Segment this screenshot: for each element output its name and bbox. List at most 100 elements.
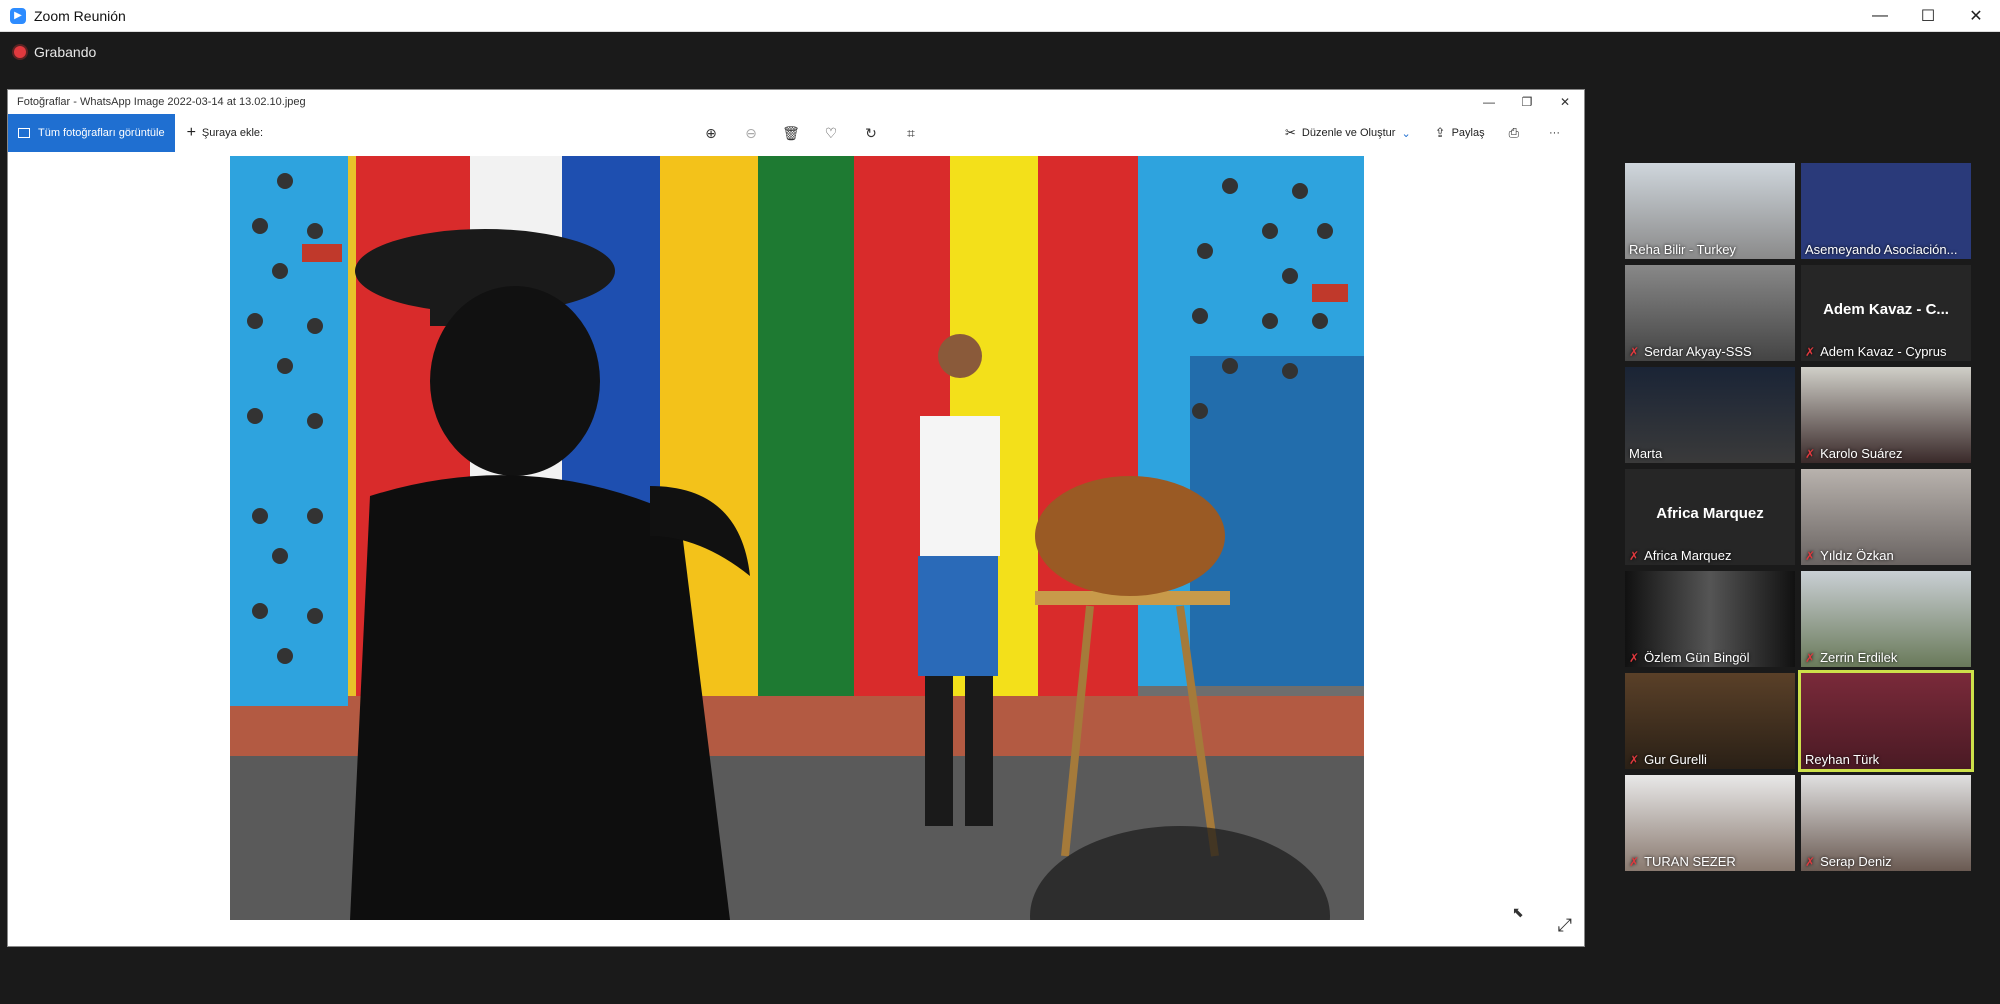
mouse-cursor-icon: ⬉ xyxy=(1512,904,1524,920)
crop-icon[interactable]: ⌗ xyxy=(891,125,931,142)
mic-muted-icon: ✗ xyxy=(1805,854,1816,869)
participant-name-text: Özlem Gün Bingöl xyxy=(1644,650,1750,665)
photo-viewer: ⬉ ⤢ xyxy=(8,152,1584,946)
participant-name-text: TURAN SEZER xyxy=(1644,854,1736,869)
participant-name-text: Reha Bilir - Turkey xyxy=(1629,242,1736,257)
participant-tile[interactable]: ✗ Gur Gurelli xyxy=(1625,673,1795,769)
participant-name: ✗ Yıldız Özkan xyxy=(1805,548,1894,563)
delete-icon[interactable]: 🗑 xyxy=(771,125,811,142)
participant-name: ✗ Serap Deniz xyxy=(1805,854,1892,869)
participant-name: ✗ Özlem Gün Bingöl xyxy=(1629,650,1750,665)
participant-name-text: Karolo Suárez xyxy=(1820,446,1903,461)
participant-name: Asemeyando Asociación... xyxy=(1805,242,1957,257)
minimize-button[interactable]: — xyxy=(1856,0,1904,32)
favorite-heart-icon[interactable]: ♡ xyxy=(811,125,851,142)
participant-name: Reha Bilir - Turkey xyxy=(1629,242,1736,257)
participant-tile[interactable]: ✗ TURAN SEZER xyxy=(1625,775,1795,871)
participant-tile-active-speaker[interactable]: Reyhan Türk xyxy=(1798,670,1974,772)
mic-muted-icon: ✗ xyxy=(1629,548,1640,563)
participant-name: ✗ Serdar Akyay-SSS xyxy=(1629,344,1752,359)
mic-muted-icon: ✗ xyxy=(1805,548,1816,563)
fullscreen-expand-icon[interactable]: ⤢ xyxy=(1558,915,1572,936)
photos-minimize-button[interactable]: — xyxy=(1470,90,1508,114)
share-icon: ⇪ xyxy=(1434,125,1446,140)
participant-name-text: Zerrin Erdilek xyxy=(1820,650,1898,665)
gallery-icon xyxy=(18,128,30,138)
zoom-titlebar: ▶ Zoom Reunión — ☐ ✕ xyxy=(0,0,2000,32)
photos-restore-button[interactable]: ❐ xyxy=(1508,90,1546,114)
add-to-button[interactable]: + Şuraya ekle: xyxy=(187,124,264,142)
chevron-down-icon: ⌄ xyxy=(1401,127,1411,140)
view-all-label: Tüm fotoğrafları görüntüle xyxy=(38,127,165,139)
edit-create-button[interactable]: ✂ Düzenle ve Oluştur ⌄ xyxy=(1285,125,1411,141)
participant-name-text: Africa Marquez xyxy=(1644,548,1732,563)
mic-muted-icon: ✗ xyxy=(1629,650,1640,665)
recording-dot-icon xyxy=(14,46,26,58)
zoom-window-title: Zoom Reunión xyxy=(34,7,126,24)
image-tools: ⊕ ⊖ 🗑 ♡ ↻ ⌗ xyxy=(691,114,931,152)
participant-name-text: Yıldız Özkan xyxy=(1820,548,1894,563)
mic-muted-icon: ✗ xyxy=(1629,752,1640,767)
mic-muted-icon: ✗ xyxy=(1629,344,1640,359)
share-label: Paylaş xyxy=(1451,127,1485,139)
photos-title: Fotoğraflar - WhatsApp Image 2022-03-14 … xyxy=(17,96,306,108)
zoom-logo-icon: ▶ xyxy=(10,7,26,24)
close-button[interactable]: ✕ xyxy=(1952,0,2000,32)
participant-name: ✗ Karolo Suárez xyxy=(1805,446,1902,461)
participant-name-text: Reyhan Türk xyxy=(1805,752,1880,767)
share-button[interactable]: ⇪ Paylaş xyxy=(1435,125,1485,141)
participant-name-text: Adem Kavaz - Cyprus xyxy=(1820,344,1947,359)
participant-tile[interactable]: ✗ Özlem Gün Bingöl xyxy=(1625,571,1795,667)
participant-tile[interactable]: ✗ Serdar Akyay-SSS xyxy=(1625,265,1795,361)
street-vendor-photo xyxy=(230,156,1364,920)
participant-name-text: Marta xyxy=(1629,446,1663,461)
print-button[interactable]: ⎙ xyxy=(1509,125,1525,141)
displayed-photo[interactable] xyxy=(230,156,1364,920)
edit-create-label: Düzenle ve Oluştur xyxy=(1301,127,1396,139)
zoom-in-icon[interactable]: ⊕ xyxy=(691,125,731,142)
photos-window: Fotoğraflar - WhatsApp Image 2022-03-14 … xyxy=(7,89,1585,947)
recording-indicator[interactable]: Grabando xyxy=(14,44,96,60)
participant-tile[interactable]: ✗ Zerrin Erdilek xyxy=(1801,571,1971,667)
view-all-photos-button[interactable]: Tüm fotoğrafları görüntüle xyxy=(8,114,175,152)
scissors-icon: ✂ xyxy=(1284,125,1296,140)
recording-label: Grabando xyxy=(34,44,97,60)
participant-name: ✗ TURAN SEZER xyxy=(1629,854,1736,869)
add-to-label: Şuraya ekle: xyxy=(201,127,264,139)
zoom-out-icon[interactable]: ⊖ xyxy=(731,125,771,142)
more-options-button[interactable]: ··· xyxy=(1549,127,1560,139)
maximize-button[interactable]: ☐ xyxy=(1904,0,1952,32)
photos-window-controls: — ❐ ✕ xyxy=(1470,90,1584,114)
photos-toolbar: Tüm fotoğrafları görüntüle + Şuraya ekle… xyxy=(8,114,1584,152)
participant-avatar-name: Africa Marquez xyxy=(1656,505,1764,522)
participant-tile[interactable]: Adem Kavaz - C... ✗ Adem Kavaz - Cyprus xyxy=(1801,265,1971,361)
participant-name-text: Serdar Akyay-SSS xyxy=(1644,344,1752,359)
participant-name-text: Serap Deniz xyxy=(1820,854,1892,869)
window-controls: — ☐ ✕ xyxy=(1856,0,2000,32)
participant-name: ✗ Adem Kavaz - Cyprus xyxy=(1805,344,1947,359)
participant-name: ✗ Gur Gurelli xyxy=(1629,752,1707,767)
mic-muted-icon: ✗ xyxy=(1805,446,1816,461)
mic-muted-icon: ✗ xyxy=(1805,344,1816,359)
mic-muted-icon: ✗ xyxy=(1629,854,1640,869)
participant-tile[interactable]: Africa Marquez ✗ Africa Marquez xyxy=(1625,469,1795,565)
participant-tile[interactable]: Reha Bilir - Turkey xyxy=(1625,163,1795,259)
mic-muted-icon: ✗ xyxy=(1805,650,1816,665)
participant-tile[interactable]: Asemeyando Asociación... xyxy=(1801,163,1971,259)
participant-tile[interactable]: ✗ Serap Deniz xyxy=(1801,775,1971,871)
participant-tile[interactable]: ✗ Karolo Suárez xyxy=(1801,367,1971,463)
participant-name: Marta xyxy=(1629,446,1662,461)
photos-close-button[interactable]: ✕ xyxy=(1546,90,1584,114)
participant-tile[interactable]: ✗ Yıldız Özkan xyxy=(1801,469,1971,565)
participant-name: ✗ Zerrin Erdilek xyxy=(1805,650,1897,665)
rotate-icon[interactable]: ↻ xyxy=(851,125,891,142)
participant-name-text: Gur Gurelli xyxy=(1644,752,1707,767)
participant-name-text: Asemeyando Asociación... xyxy=(1805,242,1958,257)
participant-tile[interactable]: Marta xyxy=(1625,367,1795,463)
more-icon: ··· xyxy=(1549,127,1560,139)
photos-titlebar: Fotoğraflar - WhatsApp Image 2022-03-14 … xyxy=(8,90,1584,114)
participant-name: ✗ Africa Marquez xyxy=(1629,548,1731,563)
plus-icon: + xyxy=(186,124,196,141)
print-icon: ⎙ xyxy=(1508,125,1519,140)
participant-name: Reyhan Türk xyxy=(1805,752,1879,767)
